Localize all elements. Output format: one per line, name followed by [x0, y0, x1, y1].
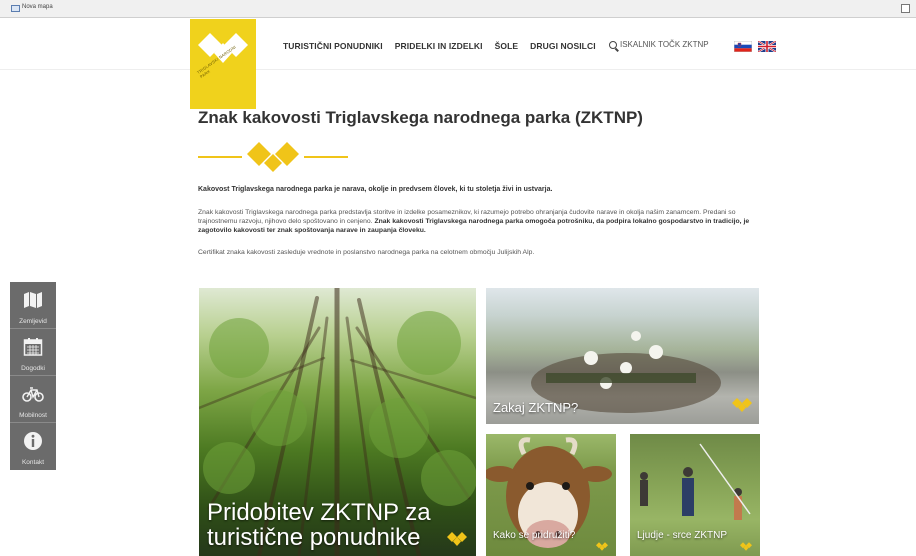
nav-turisticni-ponudniki[interactable]: TURISTIČNI PONUDNIKI	[283, 41, 383, 51]
side-toolbar: Zemljevid Dogodki Mobilnost Kontakt	[10, 282, 56, 470]
page-title: Znak kakovosti Triglavskega narodnega pa…	[198, 108, 643, 127]
sidebar-item-kontakt[interactable]: Kontakt	[10, 423, 56, 470]
nav-sole[interactable]: ŠOLE	[495, 41, 519, 51]
nav-pridelki-in-izdelki[interactable]: PRIDELKI IN IZDELKI	[395, 41, 483, 51]
uk-flag-icon[interactable]	[758, 41, 776, 52]
info-icon	[24, 432, 42, 450]
diamond-mark-icon	[732, 398, 752, 412]
search-link[interactable]: ISKALNIK TOČK ZKTNP	[609, 40, 709, 49]
tile-caption: Pridobitev ZKTNP za turistične ponudnike	[207, 499, 431, 551]
search-label: ISKALNIK TOČK ZKTNP	[620, 40, 709, 49]
slovenia-flag-icon[interactable]	[734, 41, 752, 52]
map-icon	[24, 292, 42, 308]
diamond-mark-icon	[740, 542, 752, 551]
browser-bar: Nova mapa	[0, 0, 916, 18]
diamond-mark-icon	[596, 542, 608, 551]
search-icon	[609, 40, 617, 49]
sidebar-item-dogodki[interactable]: Dogodki	[10, 329, 56, 376]
sidebar-item-label: Dogodki	[21, 365, 45, 372]
tile-kako-se-pridruziti[interactable]: Kako se pridružiti?	[486, 434, 616, 556]
tile-zakaj-zktnp[interactable]: Zakaj ZKTNP?	[486, 288, 759, 424]
zktnp-logo[interactable]: TRIGLAVSKI NARODNI PARK	[190, 19, 256, 109]
calendar-icon	[23, 338, 43, 356]
lead-paragraph: Kakovost Triglavskega narodnega parka je…	[198, 186, 553, 193]
tile-caption: Kako se pridružiti?	[493, 530, 576, 541]
title-divider	[198, 140, 348, 174]
window-button[interactable]	[901, 4, 910, 13]
sidebar-item-label: Kontakt	[21, 459, 45, 466]
tile-caption: Ljudje - srce ZKTNP	[637, 530, 728, 541]
tile-caption: Zakaj ZKTNP?	[493, 400, 579, 415]
tile-pridobitev-zktnp[interactable]: Pridobitev ZKTNP za turistične ponudnike	[199, 288, 476, 556]
diamond-mark-icon	[447, 532, 467, 546]
bicycle-icon	[22, 387, 44, 402]
diamond-divider-icon	[247, 142, 299, 172]
nav-drugi-nosilci[interactable]: DRUGI NOSILCI	[530, 41, 596, 51]
folder-icon	[11, 5, 20, 12]
main-nav: TURISTIČNI PONUDNIKI PRIDELKI IN IZDELKI…	[283, 41, 596, 51]
sidebar-item-label: Zemljevid	[19, 318, 47, 325]
sidebar-item-zemljevid[interactable]: Zemljevid	[10, 282, 56, 329]
sidebar-item-mobilnost[interactable]: Mobilnost	[10, 376, 56, 423]
tile-ljudje-srce-zktnp[interactable]: Ljudje - srce ZKTNP	[630, 434, 760, 556]
body-paragraph: Znak kakovosti Triglavskega narodnega pa…	[198, 208, 758, 235]
tab-title[interactable]: Nova mapa	[22, 4, 53, 10]
certificate-paragraph: Certifikat znaka kakovosti zasleduje vre…	[198, 249, 535, 256]
sidebar-item-label: Mobilnost	[19, 412, 47, 419]
